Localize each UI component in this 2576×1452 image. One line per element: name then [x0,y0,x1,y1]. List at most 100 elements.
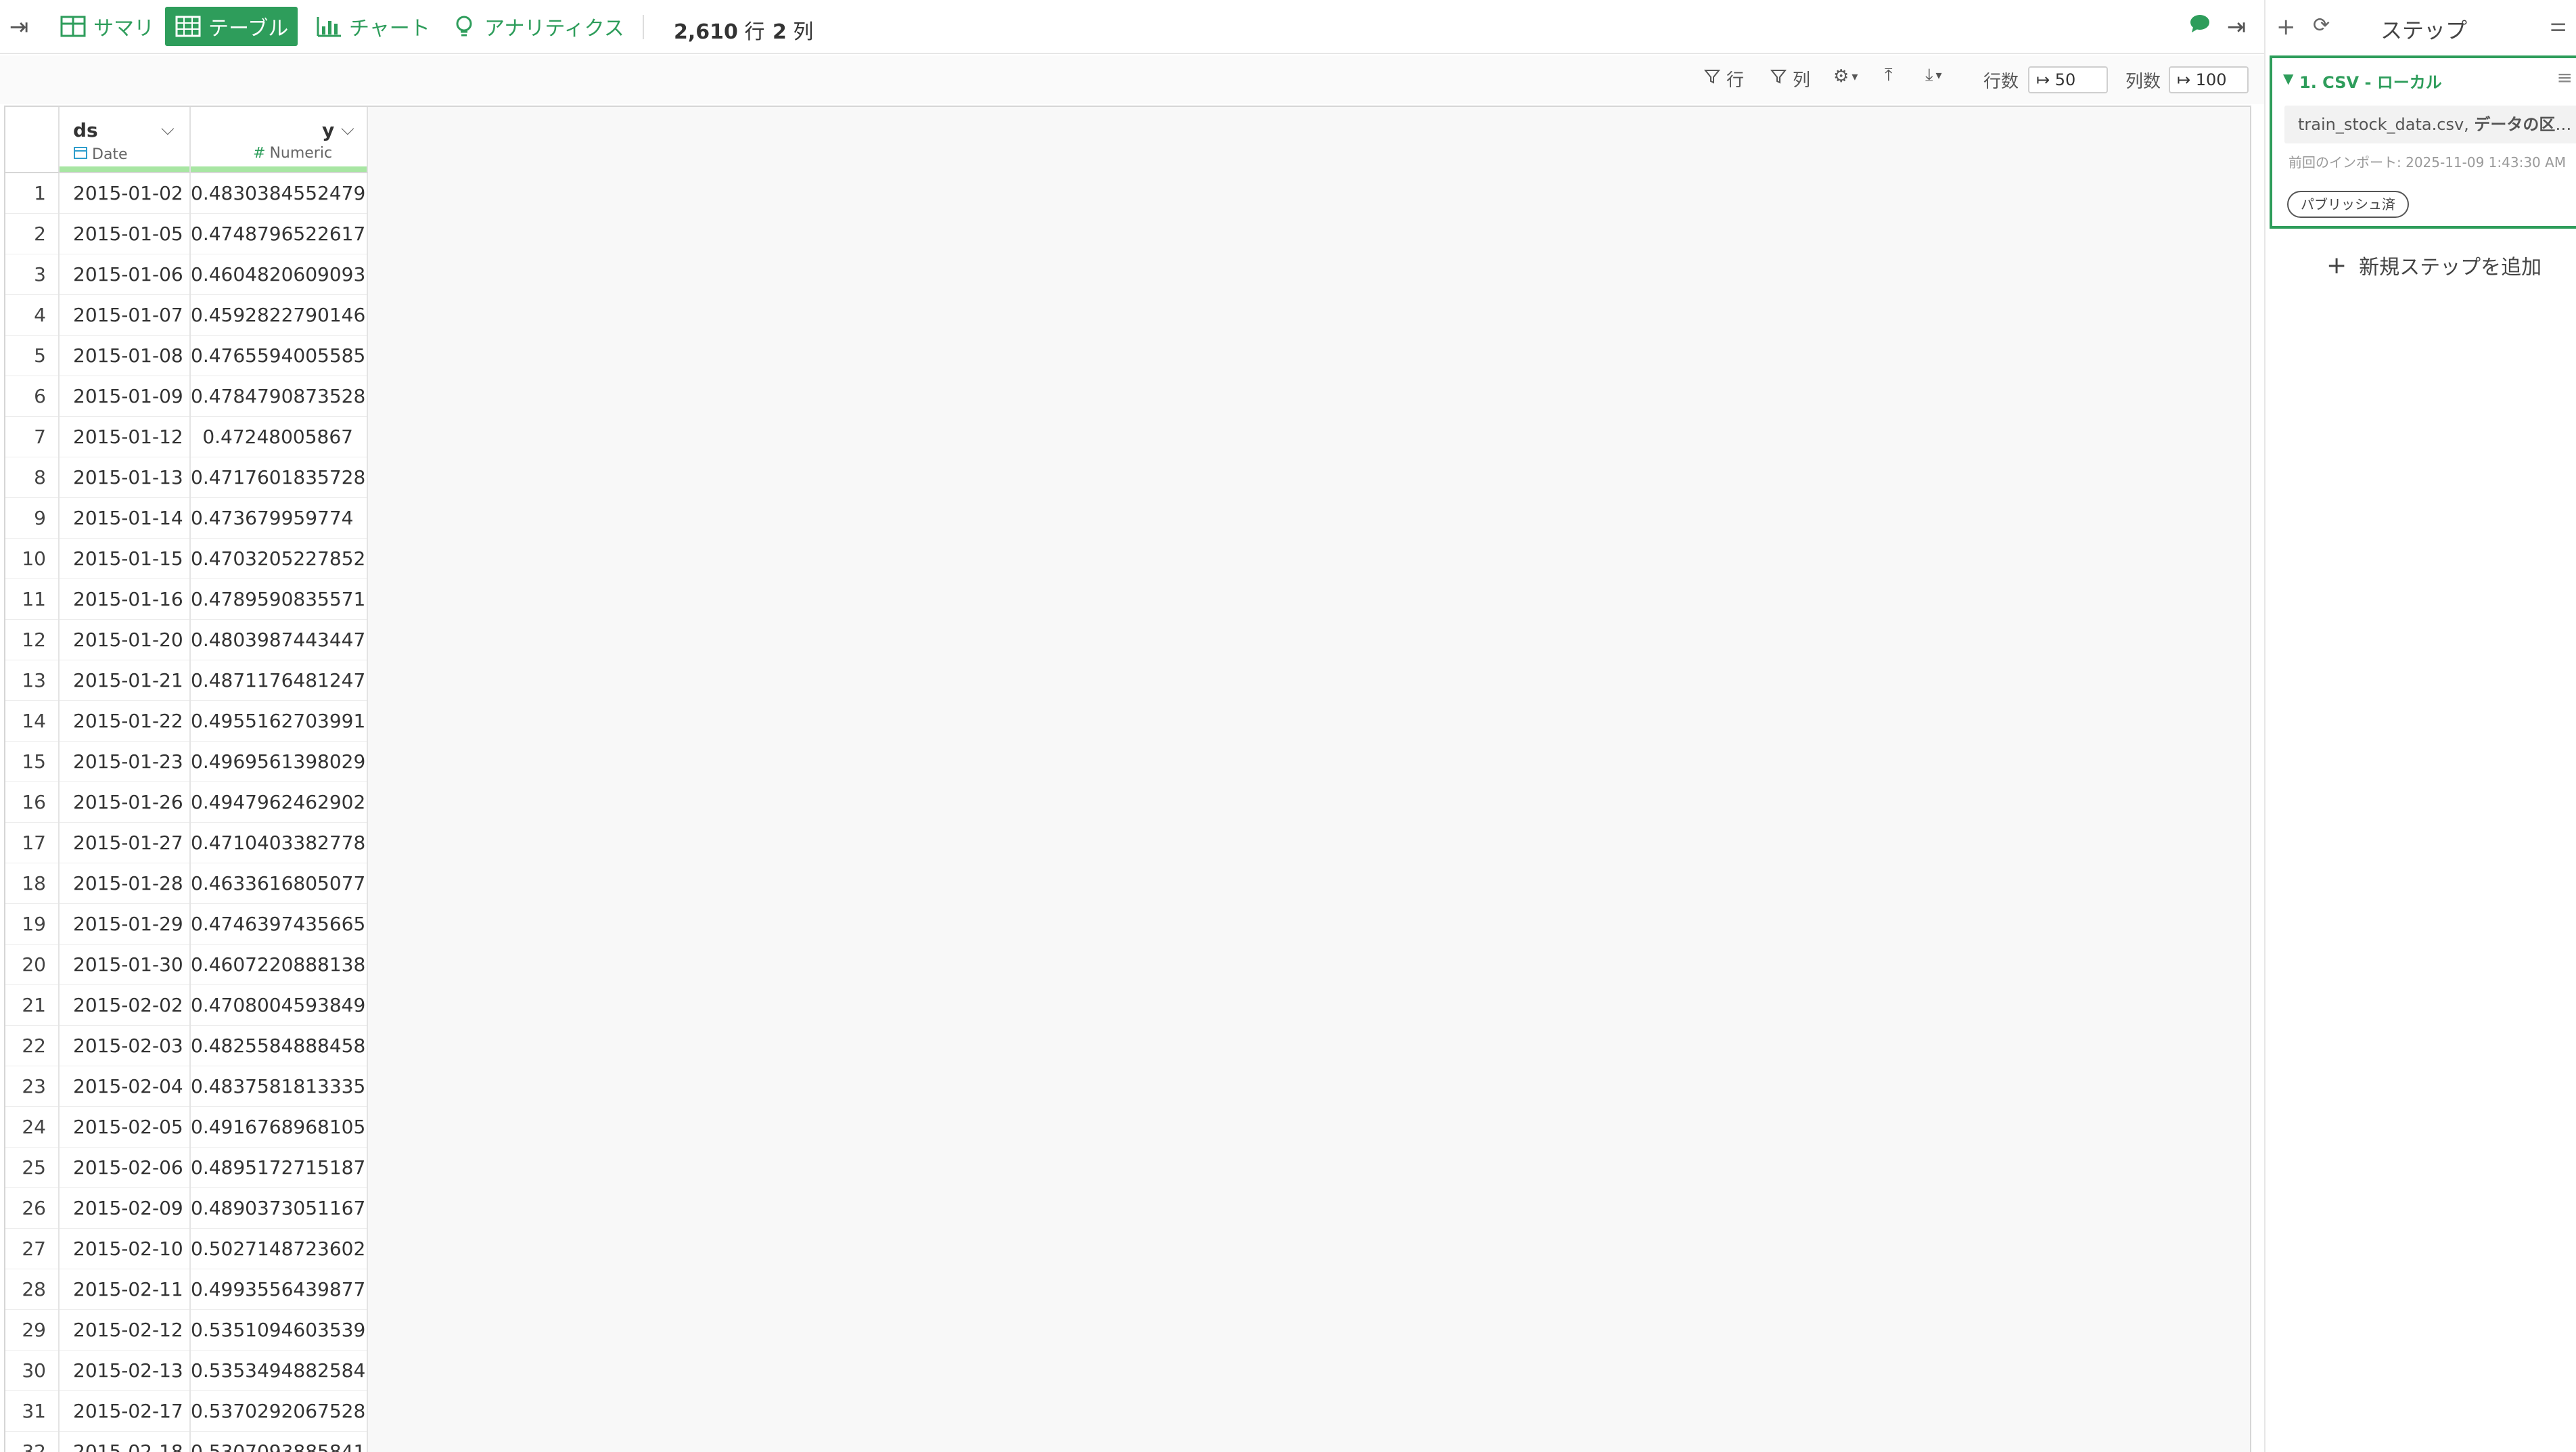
menu-icon[interactable]: ≡ [2557,66,2573,89]
cell-ds[interactable]: 2015-02-02 [60,985,191,1026]
cell-y[interactable]: 0.4789590835571 [191,579,368,620]
cell-ds[interactable]: 2015-02-05 [60,1107,191,1148]
cell-ds[interactable]: 2015-02-09 [60,1188,191,1229]
cell-y[interactable]: 0.4592822790146 [191,295,368,336]
table-row[interactable]: 27 2015-02-10 0.5027148723602 [5,1229,368,1269]
cell-ds[interactable]: 2015-01-14 [60,498,191,539]
caret-down-icon[interactable]: ▼ [2283,70,2293,87]
cell-ds[interactable]: 2015-02-03 [60,1026,191,1066]
cell-ds[interactable]: 2015-01-12 [60,417,191,457]
cell-ds[interactable]: 2015-01-05 [60,214,191,254]
cell-ds[interactable]: 2015-01-09 [60,376,191,417]
cell-y[interactable]: 0.473679959774 [191,498,368,539]
cell-ds[interactable]: 2015-01-08 [60,336,191,376]
tab-table[interactable]: テーブル [165,7,298,46]
table-row[interactable]: 15 2015-01-23 0.4969561398029 [5,742,368,782]
cell-y[interactable]: 0.4607220888138 [191,945,368,985]
table-row[interactable]: 31 2015-02-17 0.5370292067528 [5,1391,368,1432]
table-row[interactable]: 21 2015-02-02 0.4708004593849 [5,985,368,1026]
tab-chart[interactable]: チャート [306,7,440,46]
cell-y[interactable]: 0.4746397435665 [191,904,368,945]
table-row[interactable]: 11 2015-01-16 0.4789590835571 [5,579,368,620]
download-dropdown[interactable]: ⤓ ▾ [1925,65,1942,86]
table-row[interactable]: 7 2015-01-12 0.47248005867 [5,417,368,457]
table-row[interactable]: 30 2015-02-13 0.5353494882584 [5,1351,368,1391]
cell-ds[interactable]: 2015-02-12 [60,1310,191,1351]
cell-y[interactable]: 0.4784790873528 [191,376,368,417]
cell-ds[interactable]: 2015-01-29 [60,904,191,945]
table-row[interactable]: 29 2015-02-12 0.5351094603539 [5,1310,368,1351]
cell-y[interactable]: 0.4825584888458 [191,1026,368,1066]
cell-ds[interactable]: 2015-01-27 [60,823,191,863]
cell-ds[interactable]: 2015-01-20 [60,620,191,660]
cell-y[interactable]: 0.4803987443447 [191,620,368,660]
table-row[interactable]: 32 2015-02-18 0.5307093885841 [5,1432,368,1452]
table-row[interactable]: 14 2015-01-22 0.4955162703991 [5,701,368,742]
add-step-button[interactable]: + 新規ステップを追加 [2326,250,2542,280]
cell-y[interactable]: 0.4871176481247 [191,660,368,701]
row-filter-button[interactable]: 行 [1703,66,1744,91]
table-row[interactable]: 6 2015-01-09 0.4784790873528 [5,376,368,417]
cell-y[interactable]: 0.4708004593849 [191,985,368,1026]
column-header-y[interactable]: y ⌵ # Numeric [191,107,368,173]
cell-y[interactable]: 0.4830384552479 [191,173,368,214]
cell-ds[interactable]: 2015-01-28 [60,863,191,904]
cell-y[interactable]: 0.4890373051167 [191,1188,368,1229]
upload-button[interactable]: ⤒ [1885,65,1893,86]
rows-input[interactable]: ↦ 50 [2028,66,2108,93]
comment-icon[interactable] [2186,14,2213,41]
collapse-right-icon[interactable]: ⇥ [2223,14,2250,41]
cell-ds[interactable]: 2015-02-17 [60,1391,191,1432]
table-row[interactable]: 17 2015-01-27 0.4710403382778 [5,823,368,863]
cell-y[interactable]: 0.5353494882584 [191,1351,368,1391]
refresh-icon[interactable]: ⟳ [2313,14,2330,37]
cell-ds[interactable]: 2015-01-22 [60,701,191,742]
cell-y[interactable]: 0.4765594005585 [191,336,368,376]
cell-y[interactable]: 0.4633616805077 [191,863,368,904]
cell-ds[interactable]: 2015-01-26 [60,782,191,823]
cell-y[interactable]: 0.4710403382778 [191,823,368,863]
cell-y[interactable]: 0.4717601835728 [191,457,368,498]
cell-y[interactable]: 0.47248005867 [191,417,368,457]
cell-y[interactable]: 0.5370292067528 [191,1391,368,1432]
table-row[interactable]: 10 2015-01-15 0.4703205227852 [5,539,368,579]
cell-y[interactable]: 0.5307093885841 [191,1432,368,1452]
cell-y[interactable]: 0.4955162703991 [191,701,368,742]
table-row[interactable]: 20 2015-01-30 0.4607220888138 [5,945,368,985]
cell-y[interactable]: 0.5027148723602 [191,1229,368,1269]
cell-ds[interactable]: 2015-01-21 [60,660,191,701]
table-row[interactable]: 5 2015-01-08 0.4765594005585 [5,336,368,376]
table-row[interactable]: 19 2015-01-29 0.4746397435665 [5,904,368,945]
step-card[interactable]: ▼ 1. CSV - ローカル ≡ train_stock_data.csv, … [2270,55,2576,229]
table-row[interactable]: 26 2015-02-09 0.4890373051167 [5,1188,368,1229]
table-row[interactable]: 12 2015-01-20 0.4803987443447 [5,620,368,660]
cell-y[interactable]: 0.4969561398029 [191,742,368,782]
cell-y[interactable]: 0.4604820609093 [191,254,368,295]
table-row[interactable]: 9 2015-01-14 0.473679959774 [5,498,368,539]
table-row[interactable]: 25 2015-02-06 0.4895172715187 [5,1148,368,1188]
cell-ds[interactable]: 2015-01-30 [60,945,191,985]
table-row[interactable]: 4 2015-01-07 0.4592822790146 [5,295,368,336]
expand-left-icon[interactable]: ⇥ [5,14,32,41]
table-row[interactable]: 18 2015-01-28 0.4633616805077 [5,863,368,904]
cell-ds[interactable]: 2015-01-06 [60,254,191,295]
cell-ds[interactable]: 2015-01-02 [60,173,191,214]
chevron-down-icon[interactable]: ⌵ [341,119,354,140]
table-row[interactable]: 2 2015-01-05 0.4748796522617 [5,214,368,254]
cell-ds[interactable]: 2015-01-13 [60,457,191,498]
table-row[interactable]: 22 2015-02-03 0.4825584888458 [5,1026,368,1066]
cols-input[interactable]: ↦ 100 [2169,66,2249,93]
column-header-ds[interactable]: ds ⌵ Date [60,107,191,173]
cell-ds[interactable]: 2015-01-16 [60,579,191,620]
cell-ds[interactable]: 2015-01-15 [60,539,191,579]
cell-y[interactable]: 0.4993556439877 [191,1269,368,1310]
tab-analytics[interactable]: アナリティクス [441,7,634,46]
cell-ds[interactable]: 2015-01-07 [60,295,191,336]
cell-ds[interactable]: 2015-02-06 [60,1148,191,1188]
cell-ds[interactable]: 2015-02-11 [60,1269,191,1310]
cell-ds[interactable]: 2015-02-18 [60,1432,191,1452]
cell-ds[interactable]: 2015-02-10 [60,1229,191,1269]
table-row[interactable]: 23 2015-02-04 0.4837581813335 [5,1066,368,1107]
cell-y[interactable]: 0.4837581813335 [191,1066,368,1107]
chevron-down-icon[interactable]: ⌵ [161,119,175,140]
